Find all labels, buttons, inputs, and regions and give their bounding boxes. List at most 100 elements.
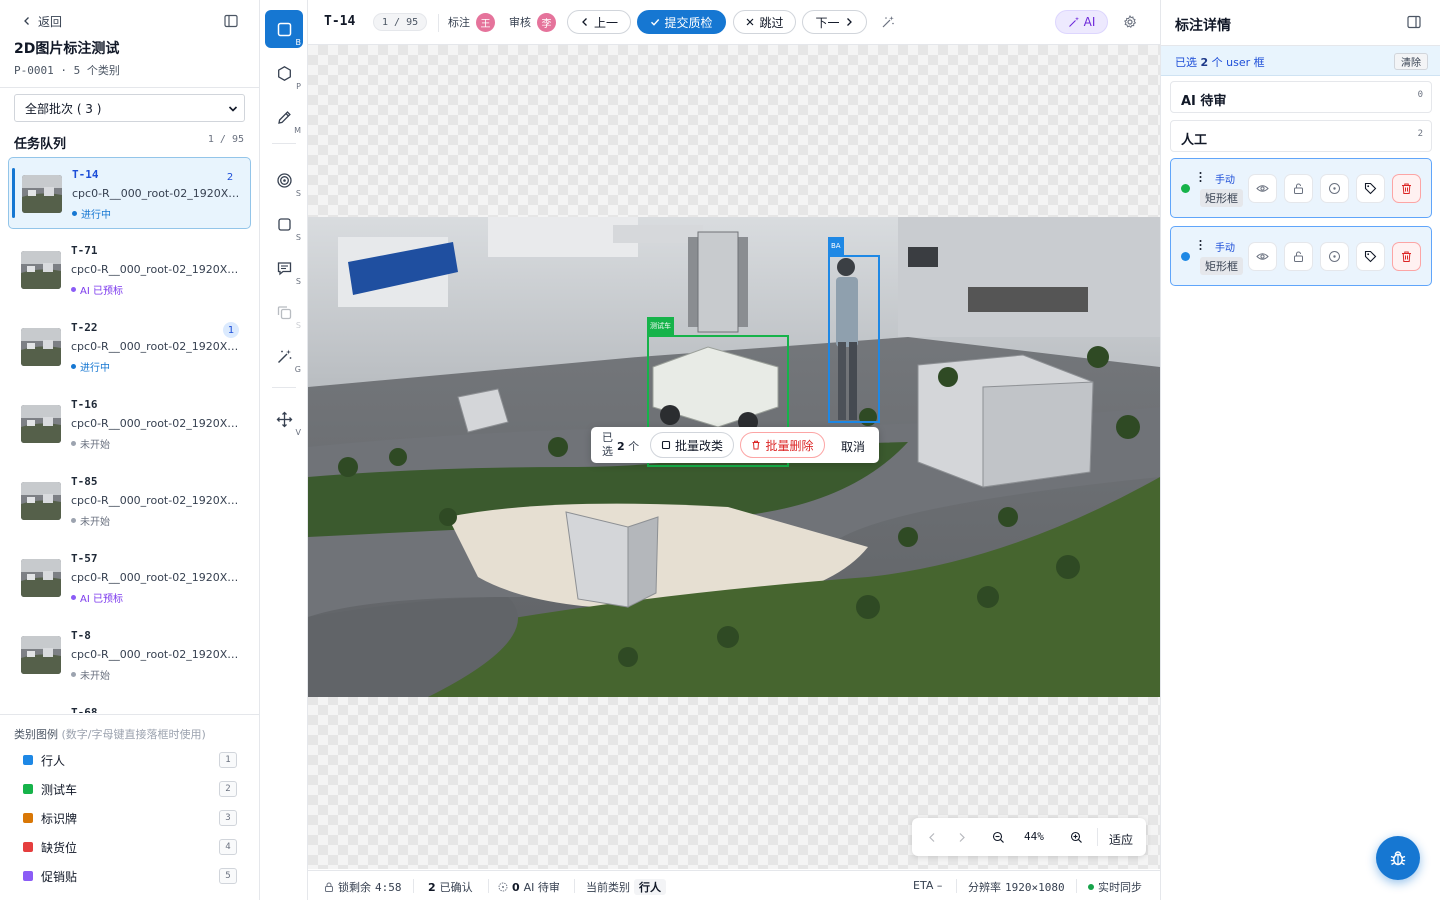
annotation-item[interactable]: 手动 矩形框 (1170, 158, 1432, 218)
selected-count-value: 2 (617, 440, 625, 453)
task-item[interactable]: T-22 1 cpc0-R__000_root-02_1920X1080_20250… (8, 311, 251, 383)
tool-hotkey: S (295, 321, 301, 330)
back-button[interactable]: 返回 (22, 13, 62, 29)
category-name: 标识牌 (41, 811, 78, 826)
group-manual[interactable]: 人工 2 (1170, 120, 1432, 152)
category-name: 测试车 (41, 782, 78, 797)
legend-item[interactable]: 促销贴 5 (23, 866, 237, 886)
tool-rail: B P M S S S S G V (260, 0, 308, 900)
task-status-label: AI 已预标 (80, 286, 123, 297)
lock-button[interactable] (1284, 174, 1313, 203)
focus-button[interactable] (1320, 242, 1349, 271)
change-label-button[interactable] (1356, 242, 1385, 271)
task-list: T-14 2 cpc0-R__000_root-02_1920X1080_20250… (8, 157, 251, 713)
magic-wand-icon (882, 16, 894, 28)
category-name: 缺货位 (41, 840, 78, 855)
task-item[interactable]: T-8 cpc0-R__000_root-02_1920X1080_2025061… (8, 619, 251, 691)
tool-hotkey: S (295, 277, 301, 286)
drag-handle-icon[interactable] (1199, 171, 1202, 183)
bbox-person[interactable]: BA (828, 237, 880, 423)
current-cat-value: 行人 (634, 879, 666, 895)
confirmed-count: 2 已确认 (428, 879, 473, 895)
tool-comment[interactable]: S (265, 249, 303, 287)
prev-button[interactable]: 上一 (567, 10, 631, 34)
change-label-button[interactable] (1356, 174, 1385, 203)
zoom-in-button[interactable] (1068, 829, 1084, 845)
bug-report-button[interactable] (1376, 836, 1420, 880)
panel-toggle-icon[interactable] (1406, 14, 1422, 30)
next-image-button[interactable] (953, 829, 969, 845)
thumbnail-image (21, 559, 61, 597)
settings-button[interactable] (1121, 13, 1139, 31)
task-id: T-16 (71, 398, 98, 411)
delete-annotation-button[interactable] (1392, 174, 1421, 203)
legend-item[interactable]: 行人 1 (23, 750, 237, 770)
toggle-visibility-button[interactable] (1248, 174, 1277, 203)
category-name: 促销贴 (41, 869, 78, 884)
delete-annotation-button[interactable] (1392, 242, 1421, 271)
avatar[interactable]: 李 (537, 12, 556, 32)
category-hotkey: 5 (219, 868, 237, 884)
category-hotkey: 4 (219, 839, 237, 855)
task-item[interactable]: T-71 cpc0-R__000_root-02_1920X1080_202506… (8, 234, 251, 306)
sidebar-toggle-icon[interactable] (223, 13, 239, 29)
next-button[interactable]: 下一 (802, 10, 867, 34)
batch-relabel-button[interactable]: 批量改类 (650, 432, 734, 458)
skip-button[interactable]: 跳过 (733, 10, 796, 34)
divider (0, 87, 259, 88)
task-item[interactable]: T-16 cpc0-R__000_root-02_1920X1080_202506… (8, 388, 251, 460)
project-subtitle: P-0001 · 5 个类别 (14, 64, 120, 77)
lock-button[interactable] (1284, 242, 1313, 271)
toggle-visibility-button[interactable] (1248, 242, 1277, 271)
auto-annotate-button[interactable] (879, 13, 897, 31)
submit-qa-button[interactable]: 提交质检 (637, 10, 726, 34)
task-name: cpc0-R__000_root-02_1920X1080_20250612_1… (71, 263, 243, 276)
sync-dot (1088, 884, 1094, 890)
annotation-canvas[interactable]: BA 测试车 已选 2 个 批量改类 批量删除 取消 44% 适应 (308, 45, 1160, 869)
thumbnail-image (22, 175, 62, 213)
hexagon-icon (277, 65, 291, 81)
sel-count: 2 (1200, 56, 1209, 69)
task-item[interactable]: T-85 cpc0-R__000_root-02_1920X1080_202506… (8, 465, 251, 537)
legend-item[interactable]: 缺货位 4 (23, 837, 237, 857)
task-item[interactable]: T-57 cpc0-R__000_root-02_1920X1080_202506… (8, 542, 251, 614)
fit-button[interactable]: 适应 (1109, 831, 1133, 848)
annotation-details-panel: 标注详情 已选 2 个 user 框 清除 AI 待审 0 人工 2 手动 矩形… (1160, 0, 1440, 900)
annotation-shape: 矩形框 (1200, 189, 1243, 207)
group-count: 2 (1417, 129, 1423, 139)
task-item[interactable]: T-14 2 cpc0-R__000_root-02_1920X1080_20250… (8, 157, 251, 229)
tool-move[interactable]: V (265, 400, 303, 438)
tool-target[interactable]: S (265, 161, 303, 199)
focus-button[interactable] (1320, 174, 1349, 203)
drag-handle-icon[interactable] (1199, 239, 1202, 251)
current-cat-label: 当前类别 (586, 881, 630, 894)
sync-status: 实时同步 (1088, 879, 1142, 895)
thumbnail-image (21, 405, 61, 443)
avatar[interactable]: 王 (476, 12, 495, 32)
square-icon (661, 440, 671, 450)
thumbnail-image (21, 636, 61, 674)
batch-delete-button[interactable]: 批量删除 (740, 432, 825, 458)
task-id: T-68 (71, 706, 98, 713)
skip-label: 跳过 (759, 15, 784, 30)
legend-item[interactable]: 标识牌 3 (23, 808, 237, 828)
zoom-level: 44% (1024, 830, 1044, 843)
group-ai-pending[interactable]: AI 待审 0 (1170, 81, 1432, 113)
tool-mask[interactable]: M (265, 98, 303, 136)
task-item[interactable]: T-68 (8, 696, 251, 713)
batch-select[interactable]: 全部批次 ( 3 ) (14, 94, 245, 122)
annotation-item[interactable]: 手动 矩形框 (1170, 226, 1432, 286)
prev-image-button[interactable] (924, 829, 940, 845)
tool-box[interactable]: S (265, 205, 303, 243)
tool-copy[interactable]: S (265, 293, 303, 331)
ai-button[interactable]: AI (1055, 10, 1108, 34)
clear-selection-button[interactable]: 清除 (1394, 53, 1428, 70)
status-bar: 锁剩余 4:58 2 已确认 0 AI 待审 当前类别 行人 ETA – 分辨率… (308, 870, 1160, 900)
unlock-icon (1294, 251, 1303, 262)
cancel-selection-button[interactable]: 取消 (841, 438, 865, 455)
tool-polygon[interactable]: P (265, 54, 303, 92)
zoom-out-button[interactable] (990, 829, 1006, 845)
legend-item[interactable]: 测试车 2 (23, 779, 237, 799)
tool-rect[interactable]: B (265, 10, 303, 48)
tool-magic[interactable]: G (265, 337, 303, 375)
